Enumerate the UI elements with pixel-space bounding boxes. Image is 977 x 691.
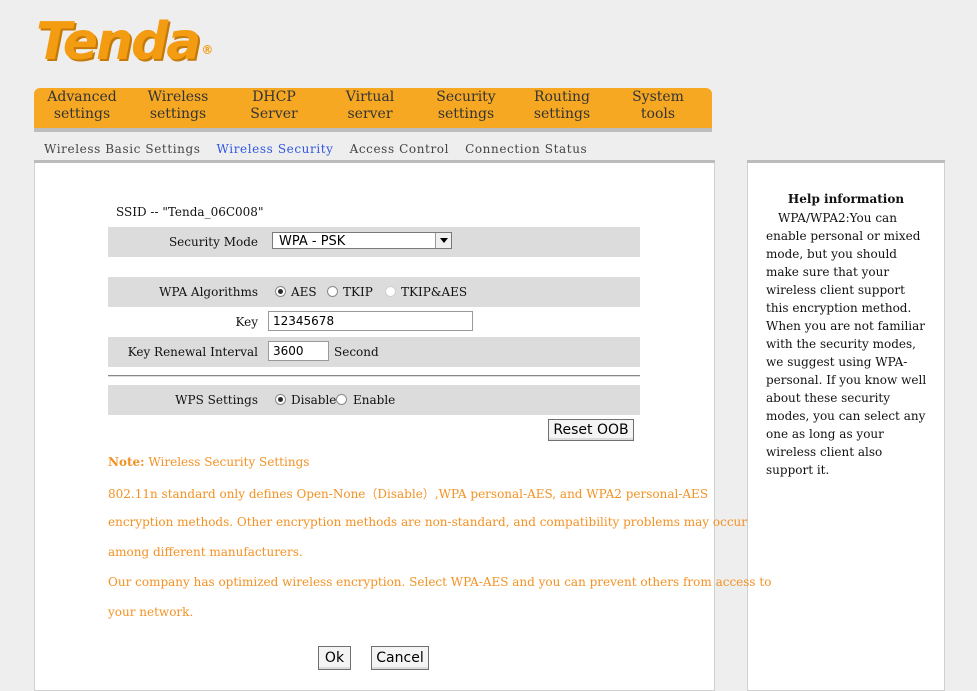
security-mode-select[interactable]: WPA - PSK: [272, 232, 452, 249]
note-line: encryption methods. Other encryption met…: [108, 515, 747, 529]
help-title: Help information: [787, 192, 905, 206]
key-renewal-value: 3600: [273, 344, 304, 358]
registered-mark: ®: [201, 43, 213, 57]
reset-oob-button[interactable]: Reset OOB: [548, 419, 634, 441]
subnav-connection-status[interactable]: Connection Status: [465, 142, 587, 158]
note-prefix: Note:: [108, 455, 145, 469]
content-panel-border: [34, 160, 715, 163]
option-tkip-label: TKIP: [343, 285, 373, 299]
option-aes-label: AES: [291, 285, 317, 299]
nav-routing-settings[interactable]: Routing settings: [514, 88, 610, 128]
logo-text: Tenda: [36, 12, 201, 72]
wpa-algorithms-row: WPA Algorithms: [108, 277, 640, 307]
note-heading: Note: Wireless Security Settings: [108, 455, 309, 469]
nav-system-tools[interactable]: System tools: [610, 88, 706, 128]
chevron-down-icon[interactable]: [435, 233, 451, 248]
key-renewal-unit: Second: [334, 345, 379, 359]
subnav-access-control[interactable]: Access Control: [350, 142, 450, 158]
radio-tkip-aes[interactable]: [385, 286, 396, 297]
radio-wps-disable[interactable]: [275, 394, 286, 405]
subnav-wireless-basic-settings[interactable]: Wireless Basic Settings: [44, 142, 201, 158]
nav-advanced-settings[interactable]: Advanced settings: [34, 88, 130, 128]
key-label: Key: [235, 315, 258, 329]
help-text: WPA/WPA2:You can enable personal or mixe…: [766, 211, 927, 477]
tenda-logo: Tenda ®: [36, 12, 213, 72]
subnav-wireless-security[interactable]: Wireless Security: [217, 142, 334, 158]
nav-security-settings[interactable]: Security settings: [418, 88, 514, 128]
help-panel-border: [747, 160, 945, 163]
wps-disable-label: Disable: [291, 393, 337, 407]
cancel-button[interactable]: Cancel: [371, 646, 429, 670]
option-tkip-aes-label: TKIP&AES: [401, 285, 468, 299]
nav-virtual-server[interactable]: Virtual server: [322, 88, 418, 128]
section-divider: [108, 375, 640, 376]
key-renewal-input[interactable]: 3600: [268, 341, 329, 361]
nav-wireless-settings[interactable]: Wireless settings: [130, 88, 226, 128]
note-line: 802.11n standard only defines Open-None（…: [108, 487, 709, 501]
security-mode-value: WPA - PSK: [279, 234, 346, 249]
main-nav: Advanced settings Wireless settings DHCP…: [34, 88, 712, 128]
wps-enable-label: Enable: [353, 393, 396, 407]
nav-dhcp-server[interactable]: DHCP Server: [226, 88, 322, 128]
security-mode-label: Security Mode: [168, 235, 258, 249]
nav-underline: [34, 128, 712, 132]
ok-button[interactable]: Ok: [318, 646, 351, 670]
radio-wps-enable[interactable]: [336, 394, 347, 405]
radio-aes[interactable]: [275, 286, 286, 297]
radio-tkip[interactable]: [327, 286, 338, 297]
note-title: Wireless Security Settings: [144, 455, 310, 469]
note-line: Our company has optimized wireless encry…: [108, 575, 772, 589]
wpa-algorithms-label: WPA Algorithms: [159, 285, 258, 299]
sub-nav: Wireless Basic Settings Wireless Securit…: [44, 142, 603, 158]
key-input[interactable]: 12345678: [268, 311, 473, 331]
ssid-label: SSID -- "Tenda_06C008": [116, 205, 264, 219]
wps-label: WPS Settings: [175, 393, 258, 407]
note-line: your network.: [108, 605, 194, 619]
note-line: among different manufacturers.: [108, 545, 303, 559]
key-renewal-label: Key Renewal Interval: [127, 345, 258, 359]
key-value: 12345678: [273, 314, 335, 328]
